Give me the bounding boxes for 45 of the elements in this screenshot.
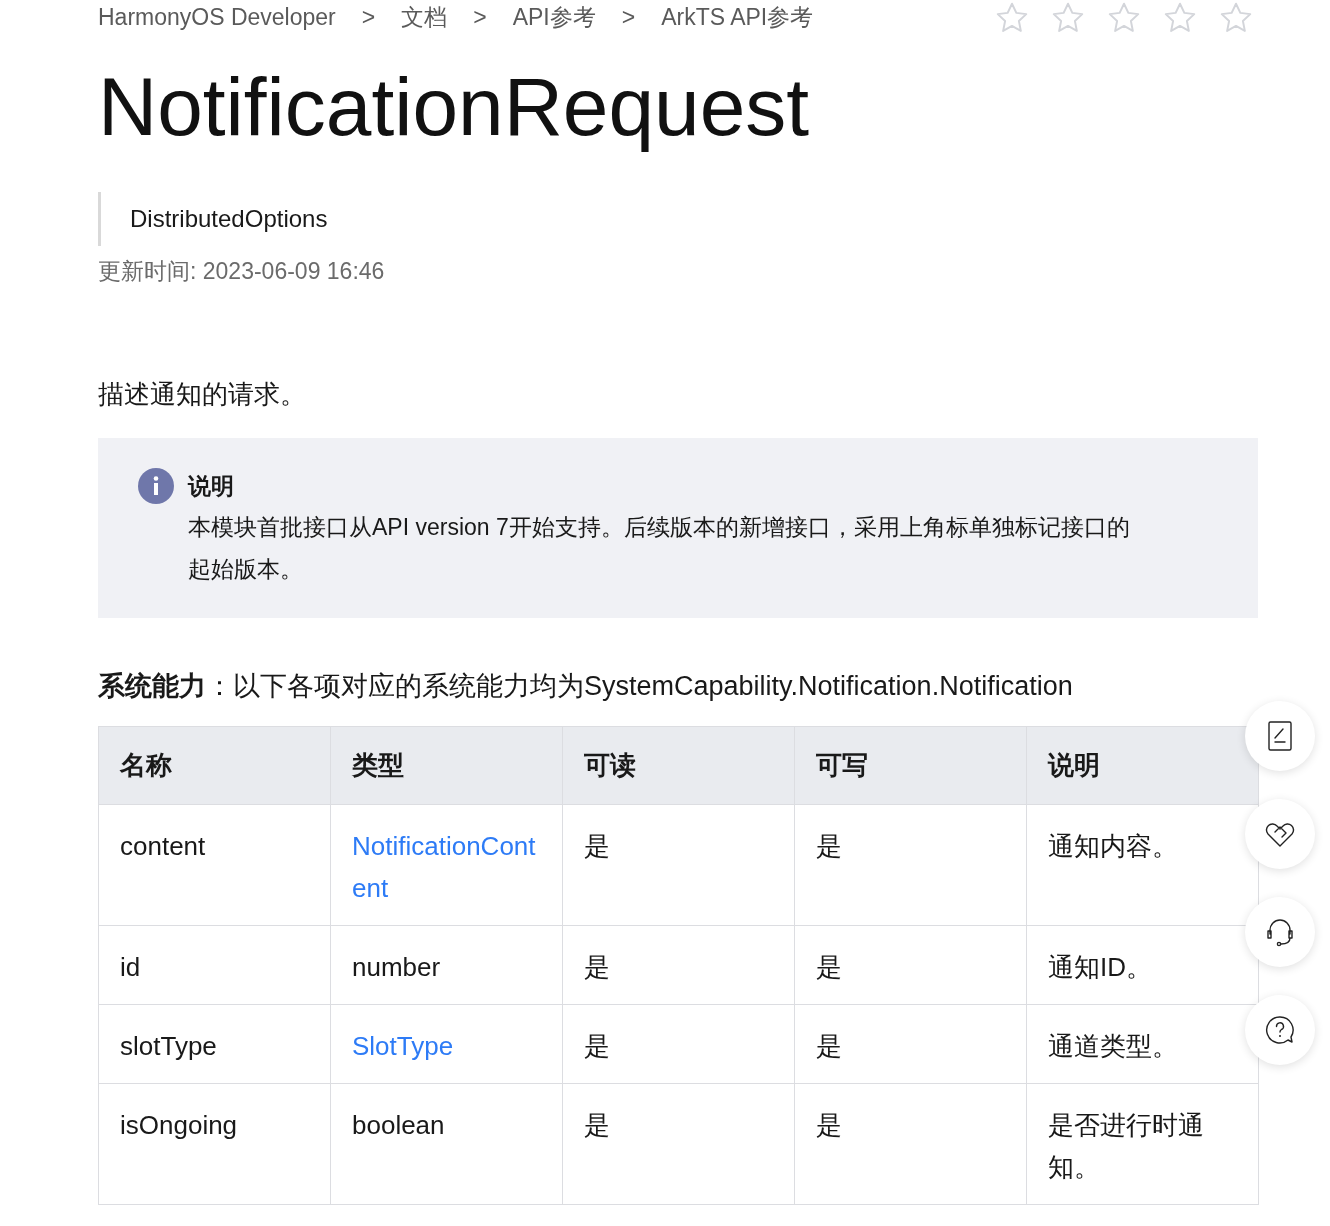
page-title: NotificationRequest xyxy=(98,60,811,154)
quote-text: DistributedOptions xyxy=(130,204,328,235)
update-time: 更新时间: 2023-06-09 16:46 xyxy=(98,257,386,287)
table-cell: content xyxy=(98,804,331,926)
table-cell: 是 xyxy=(794,925,1027,1005)
table-cell: number xyxy=(330,925,563,1005)
breadcrumb-separator: > xyxy=(361,3,376,32)
table-cell: slotType xyxy=(98,1004,331,1084)
table-header-cell: 类型 xyxy=(330,726,563,805)
breadcrumb-separator: > xyxy=(621,3,636,32)
table-header-cell: 说明 xyxy=(1026,726,1259,805)
breadcrumb-link[interactable]: API参考 xyxy=(512,0,596,35)
floating-action-button[interactable] xyxy=(1245,897,1315,967)
help-icon xyxy=(1264,1014,1296,1046)
table-cell: 是 xyxy=(794,804,1027,926)
table-cell: 是 xyxy=(794,1004,1027,1084)
headset-icon xyxy=(1264,916,1296,948)
capability-text: 系统能力：以下各项对应的系统能力均为SystemCapability.Notification.Notification xyxy=(98,669,1074,703)
floating-action-button[interactable] xyxy=(1245,995,1315,1065)
breadcrumb-separator: > xyxy=(473,3,487,32)
note-title: 说明 xyxy=(188,471,235,501)
type-link[interactable]: NotificationContent xyxy=(352,825,541,910)
breadcrumb-link[interactable]: 文档 xyxy=(401,0,448,35)
table-header-cell: 可读 xyxy=(562,726,795,805)
table-cell: 是 xyxy=(562,925,795,1005)
floating-action-button[interactable] xyxy=(1245,799,1315,869)
floating-action-button[interactable] xyxy=(1245,701,1315,771)
edit-icon xyxy=(1266,720,1294,752)
heart-handshake-icon xyxy=(1264,820,1296,848)
table-cell: 是 xyxy=(562,1083,795,1205)
table-header-cell: 可写 xyxy=(794,726,1027,805)
table-cell: 是 xyxy=(562,804,795,926)
breadcrumb-link[interactable]: ArkTS API参考 xyxy=(661,0,814,35)
type-link[interactable]: SlotType xyxy=(352,1025,541,1068)
table-header-cell: 名称 xyxy=(98,726,331,805)
table-cell: boolean xyxy=(330,1083,563,1205)
table-cell: id xyxy=(98,925,331,1005)
description-text: 描述通知的请求。 xyxy=(98,377,307,411)
table-cell: isOngoing xyxy=(98,1083,331,1205)
table-cell: 是否进行时通知。 xyxy=(1026,1083,1259,1205)
table-cell: 是 xyxy=(562,1004,795,1084)
note-text: 本模块首批接口从API version 7开始支持。后续版本的新增接口，采用上角标单独标记接口的起始版本。 xyxy=(188,512,1131,584)
table-cell: 是 xyxy=(794,1083,1027,1205)
info-icon xyxy=(138,467,174,504)
breadcrumb-link[interactable]: HarmonyOS Developer xyxy=(98,0,336,35)
